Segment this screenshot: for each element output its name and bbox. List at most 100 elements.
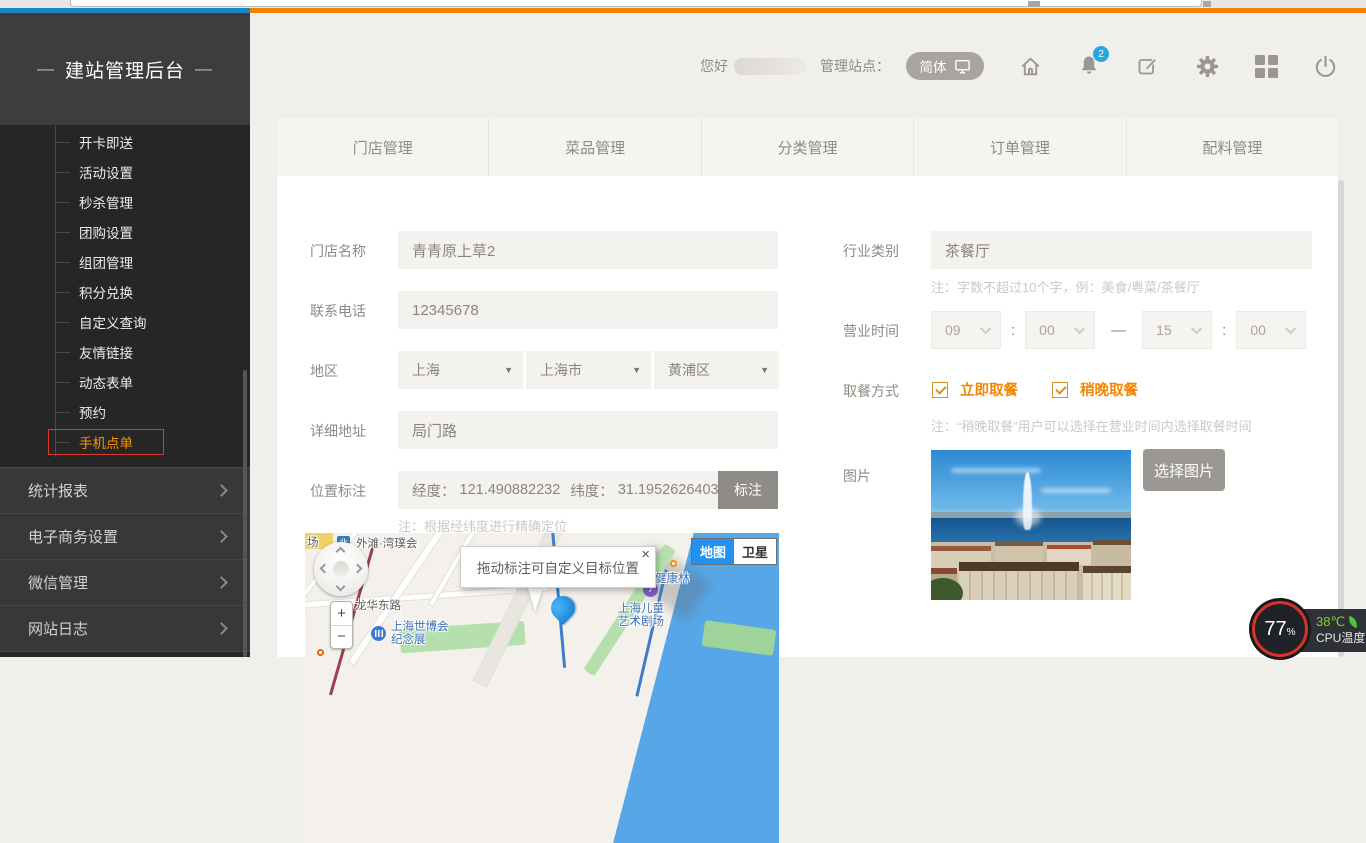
open-minute-select[interactable]: 00 xyxy=(1025,311,1095,349)
map-label-expo: 上海世博会纪念展 xyxy=(391,621,449,647)
map-tooltip: 拖动标注可自定义目标位置 × xyxy=(460,546,656,588)
language-pill-button[interactable]: 简体 xyxy=(906,52,984,80)
dropdown-arrow-icon: ▼ xyxy=(760,365,769,375)
sidebar-section-reports[interactable]: 统计报表 xyxy=(0,467,250,513)
pan-up-icon[interactable] xyxy=(336,547,346,557)
industry-input[interactable] xyxy=(931,231,1312,269)
leaf-icon xyxy=(1347,615,1359,627)
map-widget[interactable]: 场 北 外滩·湾璞会 龙华东路 上海世博会纪念展 上海儿童艺术剧场 ♪ 健康林 xyxy=(305,533,779,843)
notifications-button[interactable]: 2 xyxy=(1076,53,1102,79)
chevron-down-icon xyxy=(980,323,991,334)
pan-left-icon[interactable] xyxy=(320,564,330,574)
map-type-satellite-button[interactable]: 卫星 xyxy=(734,539,776,564)
sidebar-item-activity[interactable]: 活动设置 xyxy=(56,157,250,187)
hours-label: 营业时间 xyxy=(843,321,899,341)
close-hour-select[interactable]: 15 xyxy=(1142,311,1212,349)
store-name-input[interactable] xyxy=(398,231,778,269)
address-input[interactable] xyxy=(398,411,778,449)
sidebar-item-booking[interactable]: 预约 xyxy=(56,397,250,427)
map-type-map-button[interactable]: 地图 xyxy=(692,539,734,564)
sidebar-item-forms[interactable]: 动态表单 xyxy=(56,367,250,397)
checkbox-checked-icon[interactable] xyxy=(1052,382,1068,398)
page-scrollbar[interactable] xyxy=(1338,180,1344,657)
edit-button[interactable] xyxy=(1135,53,1161,79)
tab-store-management[interactable]: 门店管理 xyxy=(277,118,489,176)
pickup-note: 注：“稍晚取餐”用户可以选择在营业时间内选择取餐时间 xyxy=(931,416,1252,435)
tab-ingredient-management[interactable]: 配料管理 xyxy=(1127,118,1338,176)
coordinates-field[interactable]: 经度： 121.490882232 纬度： 31.1952626403 标注 xyxy=(398,471,778,509)
pickup-options: 立即取餐 稍晚取餐 xyxy=(932,379,1138,400)
latitude-label: 纬度： xyxy=(570,480,614,501)
tab-order-management[interactable]: 订单管理 xyxy=(914,118,1126,176)
sidebar-item-seckill[interactable]: 秒杀管理 xyxy=(56,187,250,217)
tab-dish-management[interactable]: 菜品管理 xyxy=(489,118,701,176)
choose-image-button[interactable]: 选择图片 xyxy=(1143,449,1225,491)
business-hours-row: 09 : 00 — 15 : 00 xyxy=(931,311,1306,349)
sidebar-sections: 统计报表 电子商务设置 微信管理 网站日志 xyxy=(0,467,250,652)
pan-right-icon[interactable] xyxy=(353,564,363,574)
apps-button[interactable] xyxy=(1253,53,1279,79)
district-select[interactable]: 黄浦区▼ xyxy=(654,351,779,389)
mark-location-button[interactable]: 标注 xyxy=(718,471,778,509)
map-zoom-control: + − xyxy=(330,601,353,649)
location-label: 位置标注 xyxy=(310,481,366,501)
tab-category-management[interactable]: 分类管理 xyxy=(702,118,914,176)
sidebar-item-card-gift[interactable]: 开卡即送 xyxy=(56,127,250,157)
greeting-text: 您好 xyxy=(700,56,728,76)
home-icon xyxy=(1018,54,1043,79)
notification-badge: 2 xyxy=(1093,46,1109,62)
content-panel: 门店管理 菜品管理 分类管理 订单管理 配料管理 门店名称 联系电话 地区 上海… xyxy=(277,118,1338,657)
zoom-out-button[interactable]: − xyxy=(331,626,352,649)
gear-icon xyxy=(1195,54,1220,79)
pickup-later-option[interactable]: 稍晚取餐 xyxy=(1052,379,1138,400)
logout-button[interactable] xyxy=(1312,53,1338,79)
image-label: 图片 xyxy=(843,466,871,486)
chevron-right-icon xyxy=(215,530,228,543)
sidebar-scrollbar[interactable] xyxy=(243,370,247,657)
cpu-usage-gauge[interactable]: 77 % xyxy=(1252,601,1308,657)
power-icon xyxy=(1313,54,1338,79)
open-hour-select[interactable]: 09 xyxy=(931,311,1001,349)
longitude-label: 经度： xyxy=(412,480,456,501)
close-minute-select[interactable]: 00 xyxy=(1236,311,1306,349)
longitude-value: 121.490882232 xyxy=(460,482,561,498)
sidebar-item-links[interactable]: 友情链接 xyxy=(56,337,250,367)
phone-label: 联系电话 xyxy=(310,301,366,321)
managed-site-label: 管理站点： xyxy=(820,56,890,76)
store-form: 门店名称 联系电话 地区 上海▼ 上海市▼ 黄浦区▼ 详细地址 位置标注 经度：… xyxy=(277,176,1338,657)
pickup-label: 取餐方式 xyxy=(843,381,899,401)
sidebar-section-sitelog[interactable]: 网站日志 xyxy=(0,605,250,651)
pan-down-icon[interactable] xyxy=(336,582,346,592)
region-label: 地区 xyxy=(310,361,338,381)
browser-strip xyxy=(0,0,1366,8)
sidebar-section-wechat[interactable]: 微信管理 xyxy=(0,559,250,605)
sidebar-item-customquery[interactable]: 自定义查询 xyxy=(56,307,250,337)
home-button[interactable] xyxy=(1017,53,1043,79)
checkbox-checked-icon[interactable] xyxy=(932,382,948,398)
map-label: 场 xyxy=(307,534,319,550)
top-header: 您好 管理站点： 简体 2 xyxy=(250,13,1366,118)
chevron-down-icon xyxy=(1074,323,1085,334)
map-pan-control[interactable] xyxy=(314,542,368,596)
sidebar-item-groupbuy[interactable]: 团购设置 xyxy=(56,217,250,247)
city-select[interactable]: 上海市▼ xyxy=(526,351,651,389)
phone-input[interactable] xyxy=(398,291,778,329)
sidebar-item-points[interactable]: 积分兑换 xyxy=(56,277,250,307)
pickup-now-option[interactable]: 立即取餐 xyxy=(932,379,1018,400)
settings-button[interactable] xyxy=(1194,53,1220,79)
map-dot-poi xyxy=(670,560,677,567)
tooltip-close-icon[interactable]: × xyxy=(641,548,650,562)
cpu-temp-label: CPU温度 xyxy=(1316,630,1365,647)
pan-center[interactable] xyxy=(333,561,349,577)
zoom-in-button[interactable]: + xyxy=(331,602,352,626)
sidebar-item-groupmgmt[interactable]: 组团管理 xyxy=(56,247,250,277)
sidebar: — 建站管理后台 — 开卡即送 活动设置 秒杀管理 团购设置 组团管理 积分兑换… xyxy=(0,13,250,657)
sidebar-item-mobile-order[interactable]: 手机点单 xyxy=(56,427,250,457)
map-marker-pin[interactable] xyxy=(546,591,580,625)
chevron-right-icon xyxy=(215,576,228,589)
browser-icon xyxy=(1203,1,1211,7)
map-label-bund: 外滩·湾璞会 xyxy=(356,535,417,551)
sidebar-section-ecommerce[interactable]: 电子商务设置 xyxy=(0,513,250,559)
province-select[interactable]: 上海▼ xyxy=(398,351,523,389)
cpu-temp-value: 38℃ xyxy=(1316,613,1345,630)
